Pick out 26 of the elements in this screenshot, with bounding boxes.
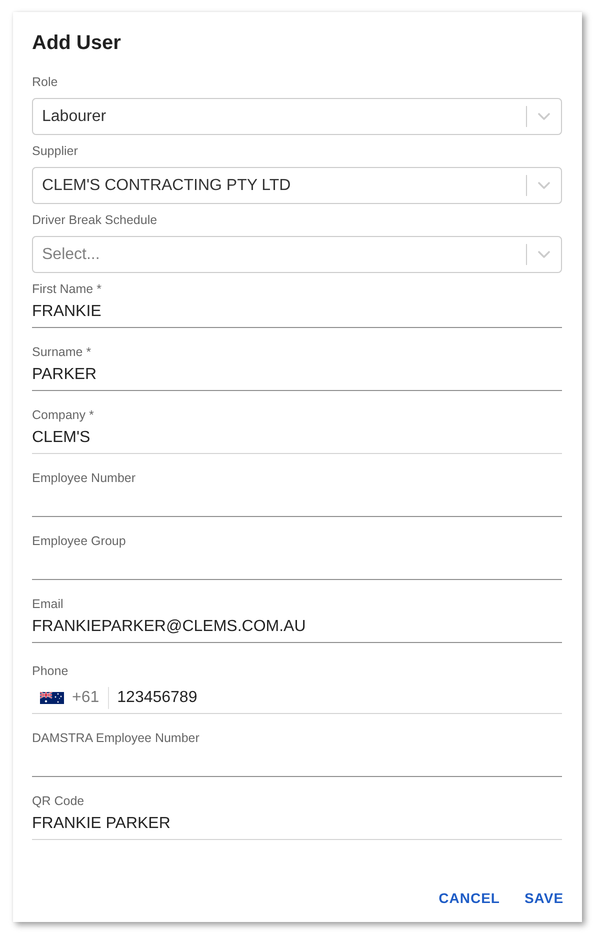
field-label: QR Code	[32, 793, 84, 809]
dialog-title: Add User	[32, 31, 121, 56]
field-label: Surname *	[32, 344, 92, 360]
cancel-button[interactable]: CANCEL	[430, 880, 508, 916]
text-field[interactable]: FRANKIEPARKER@CLEMS.COM.AU	[32, 612, 562, 643]
field-label: Phone	[32, 663, 68, 679]
dropdown-field[interactable]: Labourer	[32, 98, 562, 135]
text-field[interactable]: FRANKIE	[32, 297, 562, 328]
text-field[interactable]: FRANKIE PARKER	[32, 809, 562, 840]
country-selector[interactable]: +61	[32, 687, 108, 709]
field-label: Supplier	[32, 143, 78, 159]
flag-icon	[40, 692, 64, 704]
dropdown-field[interactable]: Select...	[32, 236, 562, 273]
dropdown-field[interactable]: CLEM'S CONTRACTING PTY LTD	[32, 167, 562, 204]
text-field[interactable]: CLEM'S	[32, 423, 562, 454]
field-label: Email	[32, 596, 64, 612]
text-field[interactable]: PARKER	[32, 360, 562, 391]
phone-field[interactable]: +61 123456789	[32, 679, 562, 714]
field-label: Driver Break Schedule	[32, 212, 158, 228]
field-label: Employee Number	[32, 470, 136, 486]
field-label: DAMSTRA Employee Number	[32, 730, 200, 746]
field-label: Role	[32, 74, 58, 90]
field-label: First Name *	[32, 281, 102, 297]
save-button[interactable]: SAVE	[512, 880, 576, 916]
field-label: Employee Group	[32, 533, 126, 549]
field-label: Company *	[32, 407, 94, 423]
